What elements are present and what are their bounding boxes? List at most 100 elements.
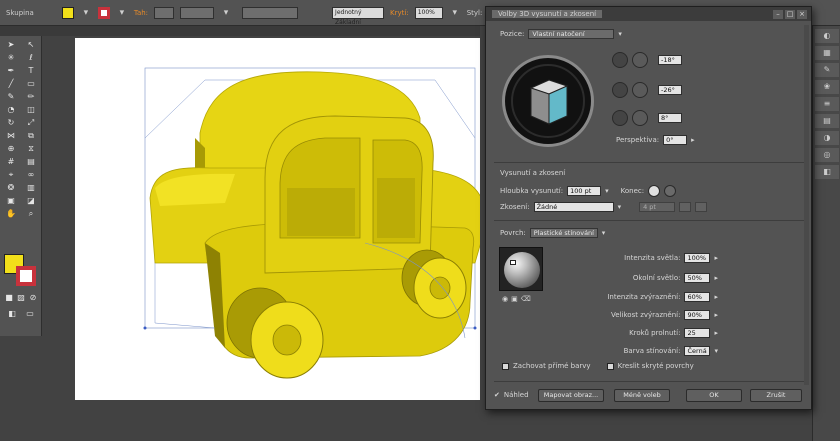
eyedropper-tool-icon[interactable]: ⌖ [1,169,21,181]
width-tool-icon[interactable]: ⋈ [1,130,21,142]
chevron-right-icon[interactable]: ▸ [714,311,718,319]
selection-tool-icon[interactable]: ➤ [1,39,21,51]
perspective-field[interactable]: 0° [663,135,688,145]
eraser-tool-icon[interactable]: ◫ [21,104,41,116]
stroke-panel-icon[interactable]: ≡ [815,97,839,111]
gradient-panel-icon[interactable]: ▤ [815,114,839,128]
y-axis-dial-icon[interactable] [632,82,648,98]
draw-mode-icon[interactable]: ◧ [4,308,20,320]
magic-wand-tool-icon[interactable]: ✳ [1,52,21,64]
lighting-sphere[interactable] [499,247,543,291]
pencil-tool-icon[interactable]: ✏ [21,91,41,103]
chevron-right-icon[interactable]: ▸ [714,254,718,262]
gradient-mode-icon[interactable]: ▨ [16,292,26,304]
map-art-button[interactable]: Mapovat obraz... [538,389,604,402]
new-light-icon[interactable]: ▣ [511,295,518,303]
brushes-panel-icon[interactable]: ✎ [815,63,839,77]
chevron-down-icon[interactable]: ▾ [714,347,718,355]
direct-selection-tool-icon[interactable]: ↖ [21,39,41,51]
preserve-spot-checkbox[interactable] [502,362,509,370]
gradient-tool-icon[interactable]: ▤ [21,156,41,168]
scale-tool-icon[interactable]: ⤢ [21,117,41,129]
fill-swatch[interactable] [61,6,74,19]
pen-tool-icon[interactable]: ✒ [1,65,21,77]
variable-width-dropdown[interactable] [180,6,215,19]
blob-brush-tool-icon[interactable]: ◔ [1,104,21,116]
opacity-field[interactable]: 100% [414,6,443,19]
slice-tool-icon[interactable]: ◪ [21,195,41,207]
paintbrush-tool-icon[interactable]: ✎ [1,91,21,103]
column-graph-tool-icon[interactable]: ▥ [21,182,41,194]
chevron-down-icon[interactable]: ▾ [449,7,461,19]
z-rotation-field[interactable]: 8° [658,113,682,123]
chevron-down-icon[interactable]: ▾ [602,229,606,237]
symbol-sprayer-tool-icon[interactable]: ❂ [1,182,21,194]
draw-hidden-checkbox[interactable] [606,362,614,370]
line-tool-icon[interactable]: ╱ [1,78,21,90]
bevel-out-icon[interactable] [679,202,692,212]
swatches-panel-icon[interactable]: ▦ [815,46,839,60]
cap-on-icon[interactable] [648,185,661,197]
light-intensity-field[interactable]: 100% [684,253,711,263]
stroke-weight-field[interactable] [154,6,175,19]
delete-light-icon[interactable]: ⌫ [521,295,531,303]
x-axis-dial-icon[interactable] [632,52,648,68]
position-dropdown[interactable]: Vlastní natočení [528,29,615,39]
fill-stroke-widget[interactable] [4,254,38,288]
fewer-options-button[interactable]: Méně voleb [614,389,670,402]
chevron-down-icon[interactable]: ▸ [691,136,695,144]
highlight-intensity-field[interactable]: 60% [684,292,711,302]
layers-panel-icon[interactable]: ◧ [815,165,839,179]
chevron-right-icon[interactable]: ▸ [714,274,718,282]
chevron-down-icon[interactable]: ▾ [605,187,609,195]
move-light-back-icon[interactable]: ◉ [502,295,508,303]
x-rotation-field[interactable]: -18° [658,55,682,65]
surface-dropdown[interactable]: Plastické stínování [529,228,598,238]
lasso-tool-icon[interactable]: ℓ [21,52,41,64]
light-source-handle[interactable] [510,260,516,265]
rectangle-tool-icon[interactable]: ▭ [21,78,41,90]
type-tool-icon[interactable]: T [21,65,41,77]
hand-tool-icon[interactable]: ✋ [1,208,21,220]
ambient-light-field[interactable]: 50% [684,273,711,283]
close-icon[interactable]: × [797,9,807,19]
dialog-titlebar[interactable]: Volby 3D vysunutí a zkosení – □ × [486,7,811,21]
shape-builder-tool-icon[interactable]: ⊕ [1,143,21,155]
color-panel-icon[interactable]: ◐ [815,29,839,43]
stroke-swatch[interactable] [97,6,110,19]
chevron-down-icon[interactable]: ▾ [220,7,232,19]
maximize-icon[interactable]: □ [785,9,795,19]
artboard[interactable] [75,38,487,400]
bevel-height-field[interactable]: 4 pt [639,202,676,212]
blend-steps-field[interactable]: 25 [684,328,711,338]
chevron-down-icon[interactable]: ▾ [618,30,622,38]
screen-mode-icon[interactable]: ▭ [22,308,38,320]
car-3d-artwork[interactable] [75,38,487,400]
appearance-panel-icon[interactable]: ◎ [815,148,839,162]
color-mode-icon[interactable]: ■ [4,292,14,304]
rotate-tool-icon[interactable]: ↻ [1,117,21,129]
shading-color-dropdown[interactable]: Černá [684,346,711,356]
cap-off-icon[interactable] [664,185,677,197]
highlight-size-field[interactable]: 90% [684,310,711,320]
z-axis-dial-icon[interactable] [632,110,648,126]
brush-definition-dropdown[interactable]: Jednotný Základní [332,6,385,26]
brush-dropdown[interactable] [242,6,299,19]
rotation-track-cube[interactable] [502,55,594,147]
free-transform-tool-icon[interactable]: ⧉ [21,130,41,142]
artboard-tool-icon[interactable]: ▣ [1,195,21,207]
check-icon[interactable]: ✔ [494,391,500,399]
mesh-tool-icon[interactable]: # [1,156,21,168]
ok-button[interactable]: OK [686,389,742,402]
preview-label[interactable]: Náhled [504,391,529,399]
stroke-color-box[interactable] [16,266,36,286]
blend-tool-icon[interactable]: ∞ [21,169,41,181]
bevel-dropdown[interactable]: Žádné [533,202,614,212]
chevron-down-icon[interactable]: ▾ [116,7,128,19]
y-rotation-field[interactable]: -26° [658,85,682,95]
minimize-icon[interactable]: – [773,9,783,19]
stroke-label[interactable]: Tah: [134,9,148,17]
chevron-down-icon[interactable]: ▾ [618,203,622,211]
transparency-panel-icon[interactable]: ◑ [815,131,839,145]
bevel-in-icon[interactable] [695,202,708,212]
